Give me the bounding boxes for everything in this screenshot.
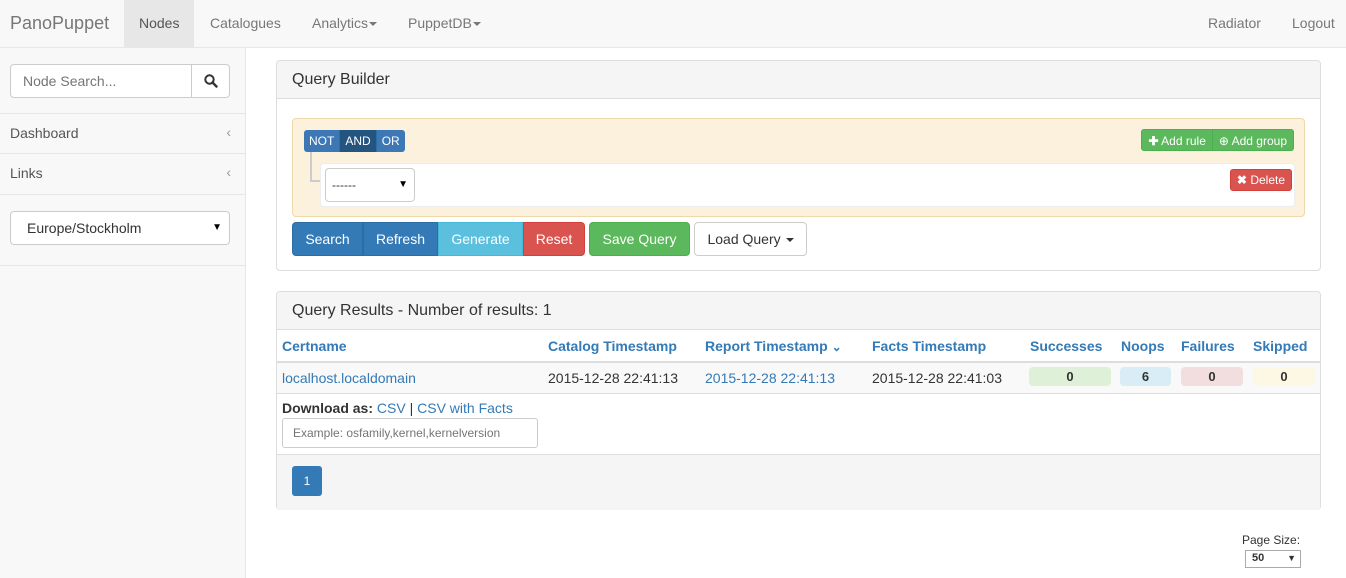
catalog-timestamp-cell: 2015-12-28 22:41:13 [548, 370, 678, 386]
nav-logout-label: Logout [1292, 15, 1335, 31]
chevron-left-icon: ‹ [226, 164, 231, 180]
rule-field-select[interactable]: ------ ▼ [325, 168, 415, 202]
condition-or-button[interactable]: OR [376, 130, 405, 152]
group-actions: ✚ Add rule ⊕ Add group [1141, 129, 1294, 151]
sidebar-item-dashboard[interactable]: Dashboard ‹ [0, 113, 245, 154]
generate-button[interactable]: Generate [438, 222, 523, 256]
save-query-button[interactable]: Save Query [589, 222, 690, 256]
condition-not-button[interactable]: NOT [304, 130, 341, 152]
nav-nodes[interactable]: Nodes [124, 0, 195, 47]
search-button[interactable] [191, 64, 230, 98]
nav-analytics-label: Analytics [312, 15, 369, 31]
plus-circle-icon: ⊕ [1218, 134, 1229, 148]
col-catalog-timestamp-header[interactable]: Catalog Timestamp [548, 338, 677, 354]
top-navbar: PanoPuppet Nodes Catalogues Analytics Pu… [0, 0, 1346, 48]
col-failures-header[interactable]: Failures [1181, 338, 1235, 354]
download-row: Download as: CSV | CSV with Facts [282, 400, 513, 416]
page-size-select[interactable]: 50 ▼ [1245, 550, 1301, 568]
nav-radiator-label: Radiator [1208, 15, 1261, 31]
successes-badge: 0 [1029, 367, 1111, 386]
dropdown-arrow-icon: ▼ [212, 222, 222, 233]
sidebar-divider [0, 265, 245, 266]
facts-timestamp-cell: 2015-12-28 22:41:03 [872, 370, 1002, 386]
load-query-dropdown[interactable]: Load Query [694, 222, 807, 256]
nav-catalogues[interactable]: Catalogues [195, 0, 296, 47]
query-results-panel: Query Results - Number of results: 1 Cer… [276, 291, 1321, 510]
query-builder-panel: Query Builder NOT AND OR ✚ Add rule ⊕ Ad… [276, 60, 1321, 271]
node-search-group [10, 64, 230, 98]
download-separator: | [409, 400, 414, 416]
col-report-timestamp-label: Report Timestamp [705, 338, 828, 354]
download-label: Download as: [282, 400, 374, 416]
brand-logo[interactable]: PanoPuppet [10, 13, 109, 34]
results-title: Query Results - Number of results: 1 [277, 292, 1320, 330]
facts-input[interactable] [282, 418, 538, 448]
failures-badge: 0 [1181, 367, 1243, 386]
col-certname-header[interactable]: Certname [282, 338, 347, 354]
timezone-select[interactable]: Europe/Stockholm ▼ [10, 211, 230, 245]
sidebar-item-label: Links [10, 165, 43, 181]
skipped-badge: 0 [1253, 367, 1315, 386]
add-group-button[interactable]: ⊕ Add group [1212, 129, 1294, 151]
rule-group: NOT AND OR ✚ Add rule ⊕ Add group ------… [292, 118, 1305, 217]
download-csv-facts-link[interactable]: CSV with Facts [417, 400, 513, 416]
search-query-button[interactable]: Search [292, 222, 363, 256]
page-size-label: Page Size: [1242, 533, 1301, 547]
col-successes-header[interactable]: Successes [1030, 338, 1102, 354]
certname-link[interactable]: localhost.localdomain [282, 370, 416, 386]
nav-radiator[interactable]: Radiator [1193, 0, 1276, 47]
nav-logout[interactable]: Logout [1277, 0, 1345, 47]
noops-badge: 6 [1120, 367, 1171, 386]
nav-catalogues-label: Catalogues [210, 15, 281, 31]
col-report-timestamp-header[interactable]: Report Timestamp ⌄ [705, 338, 842, 354]
load-query-label: Load Query [707, 231, 781, 247]
caret-down-icon [369, 22, 378, 27]
rule-field-value: ------ [332, 178, 356, 192]
col-facts-timestamp-header[interactable]: Facts Timestamp [872, 338, 986, 354]
query-builder-title: Query Builder [277, 61, 1320, 99]
nav-analytics-dropdown[interactable]: Analytics [297, 0, 392, 47]
sidebar-item-label: Dashboard [10, 125, 79, 141]
condition-and-button[interactable]: AND [340, 130, 377, 152]
search-icon [204, 74, 218, 88]
sidebar-item-links[interactable]: Links ‹ [0, 154, 245, 195]
node-search-input[interactable] [10, 64, 192, 98]
rule-row: ------ ▼ ✖ Delete [320, 163, 1295, 207]
chevron-left-icon: ‹ [226, 124, 231, 140]
add-group-label: Add group [1231, 134, 1287, 148]
plus-icon: ✚ [1148, 134, 1159, 148]
sidebar: Dashboard ‹ Links ‹ Europe/Stockholm ▼ [0, 48, 246, 578]
col-skipped-header[interactable]: Skipped [1253, 338, 1307, 354]
nav-puppetdb-dropdown[interactable]: PuppetDB [393, 0, 496, 47]
page-size-value: 50 [1252, 552, 1265, 564]
reset-button[interactable]: Reset [523, 222, 585, 256]
report-timestamp-link[interactable]: 2015-12-28 22:41:13 [705, 370, 835, 386]
rule-connector [310, 152, 320, 182]
caret-down-icon [785, 238, 794, 243]
dropdown-arrow-icon: ▼ [1287, 553, 1296, 563]
download-csv-link[interactable]: CSV [377, 400, 406, 416]
delete-rule-button[interactable]: ✖ Delete [1229, 169, 1292, 191]
caret-down-icon [472, 22, 481, 27]
add-rule-button[interactable]: ✚ Add rule [1141, 129, 1213, 151]
condition-toggle: NOT AND OR [304, 130, 405, 152]
sort-desc-icon: ⌄ [831, 340, 842, 354]
close-icon: ✖ [1236, 173, 1247, 187]
pagination-footer: 1 [277, 454, 1320, 510]
delete-label: Delete [1250, 173, 1285, 187]
timezone-value: Europe/Stockholm [27, 220, 142, 236]
nav-nodes-label: Nodes [139, 15, 180, 31]
page-1-button[interactable]: 1 [292, 466, 322, 496]
col-noops-header[interactable]: Noops [1121, 338, 1165, 354]
add-rule-label: Add rule [1161, 134, 1206, 148]
nav-puppetdb-label: PuppetDB [408, 15, 472, 31]
refresh-button[interactable]: Refresh [363, 222, 438, 256]
dropdown-arrow-icon: ▼ [398, 179, 408, 190]
